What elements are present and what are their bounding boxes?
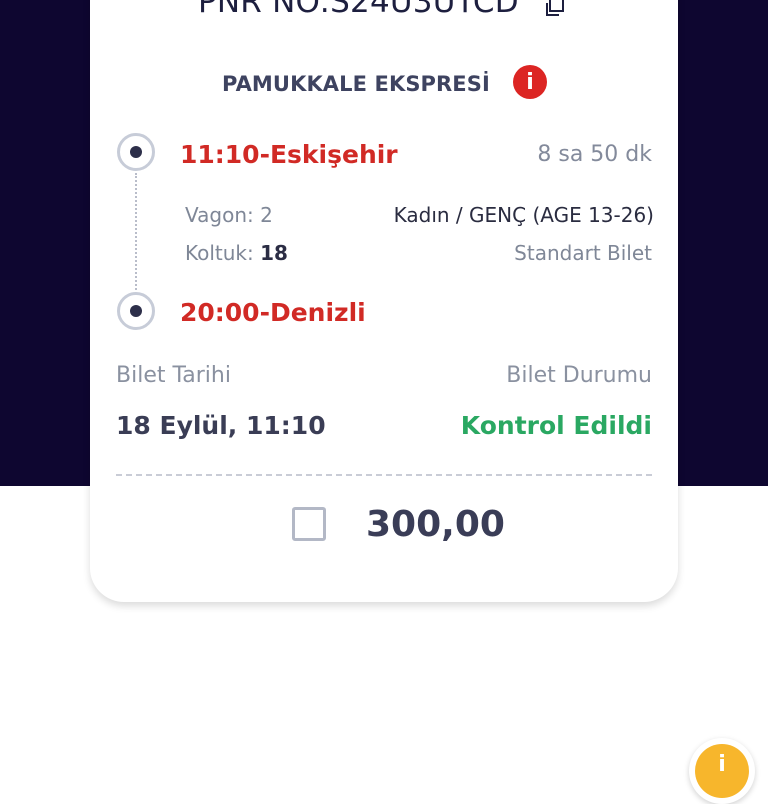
koltuk-info: Koltuk: 18: [185, 241, 288, 265]
ticket-status-value: Kontrol Edildi: [460, 411, 652, 440]
vagon-value: 2: [260, 203, 273, 227]
arrival-dot-icon: [117, 292, 155, 330]
copy-icon[interactable]: [544, 0, 566, 18]
pnr-number: PNR NO:S24U3UTCD: [198, 0, 519, 20]
info-icon[interactable]: i: [513, 65, 547, 99]
select-checkbox[interactable]: [292, 507, 326, 541]
help-fab-button[interactable]: i: [689, 738, 755, 804]
route-line: [135, 173, 137, 290]
ticket-type: Standart Bilet: [514, 241, 652, 265]
divider: [116, 474, 652, 476]
ticket-card: PNR NO:S24U3UTCD PAMUKKALE EKSPRESİ i 11…: [90, 0, 678, 602]
ticket-status-label: Bilet Durumu: [506, 363, 652, 388]
ticket-date-label: Bilet Tarihi: [116, 363, 231, 388]
info-fab-icon: i: [695, 744, 749, 798]
trip-duration: 8 sa 50 dk: [537, 142, 652, 167]
koltuk-value: 18: [260, 241, 288, 265]
ticket-price: 300,00: [366, 504, 505, 545]
koltuk-label: Koltuk:: [185, 241, 254, 265]
departure-station: 11:10-Eskişehir: [180, 140, 398, 169]
ticket-date-value: 18 Eylül, 11:10: [116, 411, 326, 440]
arrival-station: 20:00-Denizli: [180, 298, 366, 327]
vagon-info: Vagon: 2: [185, 203, 273, 227]
passenger-type: Kadın / GENÇ (AGE 13-26): [393, 203, 654, 227]
departure-dot-icon: [117, 133, 155, 171]
vagon-label: Vagon:: [185, 203, 254, 227]
train-name: PAMUKKALE EKSPRESİ: [222, 72, 490, 96]
